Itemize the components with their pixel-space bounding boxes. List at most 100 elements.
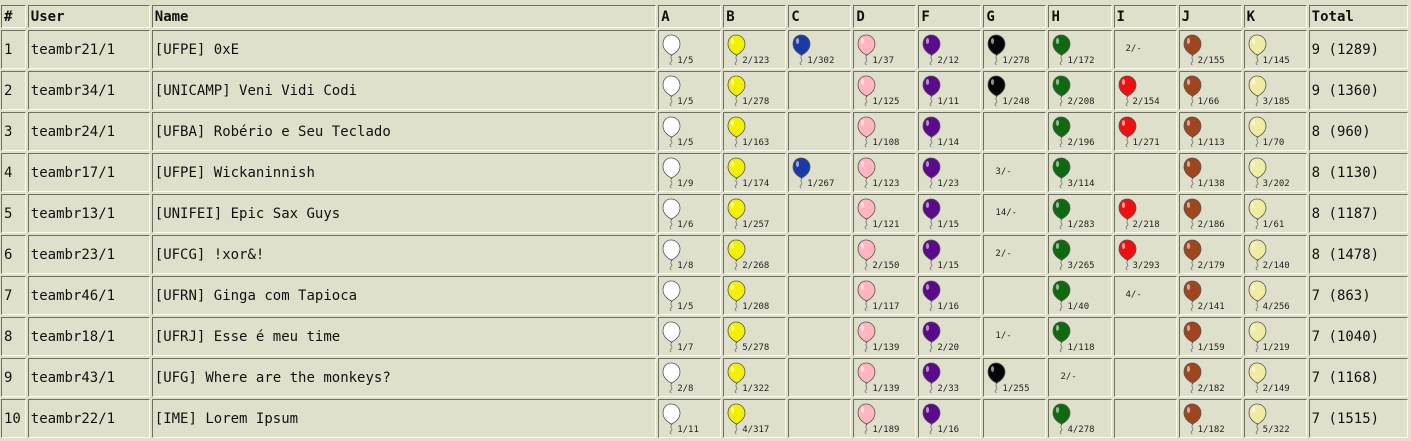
attempt-score: 3/- [995,167,1012,177]
user-cell: teambr21/1 [27,30,150,69]
solve-score: 1/182 [1197,425,1225,435]
solve-score: 1/37 [872,56,895,66]
problem-cell-c [788,317,852,356]
problem-cell-g [983,399,1047,438]
solve-score: 2/33 [937,384,960,394]
problem-cell-k: 1/219 [1243,317,1307,356]
attempt-score: 2/- [995,249,1012,259]
total-cell: 8 (1130) [1308,153,1408,192]
problem-cell-j: 2/186 [1178,194,1242,233]
problem-header-j[interactable]: J [1178,5,1242,28]
solve-score: 1/61 [1262,220,1285,230]
solve-score: 1/15 [937,220,960,230]
solve-score: 1/271 [1132,138,1160,148]
solve-score: 1/208 [742,302,770,312]
problem-cell-j: 1/66 [1178,71,1242,110]
solve-score: 1/255 [1002,384,1030,394]
solve-score: 1/11 [677,425,699,435]
problem-cell-b: 2/268 [723,235,787,274]
rank-cell: 1 [1,30,26,69]
team-name-cell: [UFRN] Ginga com Tapioca [151,276,657,315]
solve-score: 2/218 [1132,220,1160,230]
problem-cell-i: 3/293 [1113,235,1177,274]
total-cell: 7 (1515) [1308,399,1408,438]
user-cell: teambr13/1 [27,194,150,233]
rank-header[interactable]: # [1,5,26,28]
problem-cell-a: 1/6 [658,194,722,233]
problem-cell-i: 2/154 [1113,71,1177,110]
solve-score: 2/154 [1132,97,1160,107]
problem-cell-g [983,112,1047,151]
problem-header-b[interactable]: B [723,5,787,28]
rank-cell: 4 [1,153,26,192]
problem-cell-d: 1/125 [853,71,917,110]
problem-header-i[interactable]: I [1113,5,1177,28]
problem-cell-f: 2/33 [918,358,982,397]
solve-score: 2/268 [742,261,770,271]
attempt-score: 2/- [1060,372,1077,382]
problem-cell-b: 1/163 [723,112,787,151]
problem-cell-a: 1/5 [658,71,722,110]
problem-cell-g: 1/248 [983,71,1047,110]
solve-score: 1/121 [872,220,900,230]
name-header[interactable]: Name [151,5,657,28]
solve-score: 1/108 [872,138,900,148]
problem-cell-j: 1/182 [1178,399,1242,438]
problem-cell-f: 2/20 [918,317,982,356]
problem-cell-h: 1/283 [1048,194,1112,233]
problem-header-c[interactable]: C [788,5,852,28]
total-header[interactable]: Total [1308,5,1408,28]
problem-cell-d: 1/117 [853,276,917,315]
solve-score: 1/16 [937,425,960,435]
problem-header-a[interactable]: A [658,5,722,28]
problem-header-g[interactable]: G [983,5,1047,28]
problem-cell-i: 2/218 [1113,194,1177,233]
problem-header-d[interactable]: D [853,5,917,28]
team-name-cell: [IME] Lorem Ipsum [151,399,657,438]
problem-cell-c [788,235,852,274]
total-cell: 7 (1168) [1308,358,1408,397]
problem-cell-f: 2/12 [918,30,982,69]
solve-score: 5/322 [1262,425,1290,435]
problem-header-h[interactable]: H [1048,5,1112,28]
user-cell: teambr23/1 [27,235,150,274]
problem-cell-f: 1/16 [918,276,982,315]
rank-cell: 8 [1,317,26,356]
solve-score: 1/5 [677,302,694,312]
total-cell: 8 (1187) [1308,194,1408,233]
problem-cell-a: 1/5 [658,276,722,315]
solve-score: 1/322 [742,384,770,394]
rank-cell: 10 [1,399,26,438]
problem-cell-a: 1/5 [658,112,722,151]
table-row: 6 teambr23/1 [UFCG] !xor&! 1/8 2/268 2/150 1/1… [1,235,1408,274]
solve-score: 2/140 [1262,261,1290,271]
table-row: 7 teambr46/1 [UFRN] Ginga com Tapioca 1/5 1/… [1,276,1408,315]
solve-score: 2/12 [937,56,960,66]
solve-score: 2/179 [1197,261,1225,271]
problem-cell-h: 3/265 [1048,235,1112,274]
solve-score: 1/138 [1197,179,1225,189]
problem-cell-i [1113,153,1177,192]
problem-cell-k: 3/185 [1243,71,1307,110]
problem-cell-c [788,399,852,438]
solve-score: 1/118 [1067,343,1095,353]
problem-cell-a: 2/8 [658,358,722,397]
solve-score: 4/256 [1262,302,1290,312]
problem-header-k[interactable]: K [1243,5,1307,28]
problem-cell-d: 1/37 [853,30,917,69]
user-cell: teambr17/1 [27,153,150,192]
problem-cell-c [788,194,852,233]
problem-header-f[interactable]: F [918,5,982,28]
user-cell: teambr22/1 [27,399,150,438]
solve-score: 3/202 [1262,179,1290,189]
solve-score: 1/117 [872,302,900,312]
problem-cell-f: 1/15 [918,194,982,233]
user-header[interactable]: User [27,5,150,28]
problem-cell-g: 3/- [983,153,1047,192]
solve-score: 1/278 [1002,56,1030,66]
total-cell: 8 (1478) [1308,235,1408,274]
problem-cell-b: 5/278 [723,317,787,356]
problem-cell-d: 1/108 [853,112,917,151]
problem-cell-g: 1/255 [983,358,1047,397]
attempt-score: 2/- [1125,44,1142,54]
